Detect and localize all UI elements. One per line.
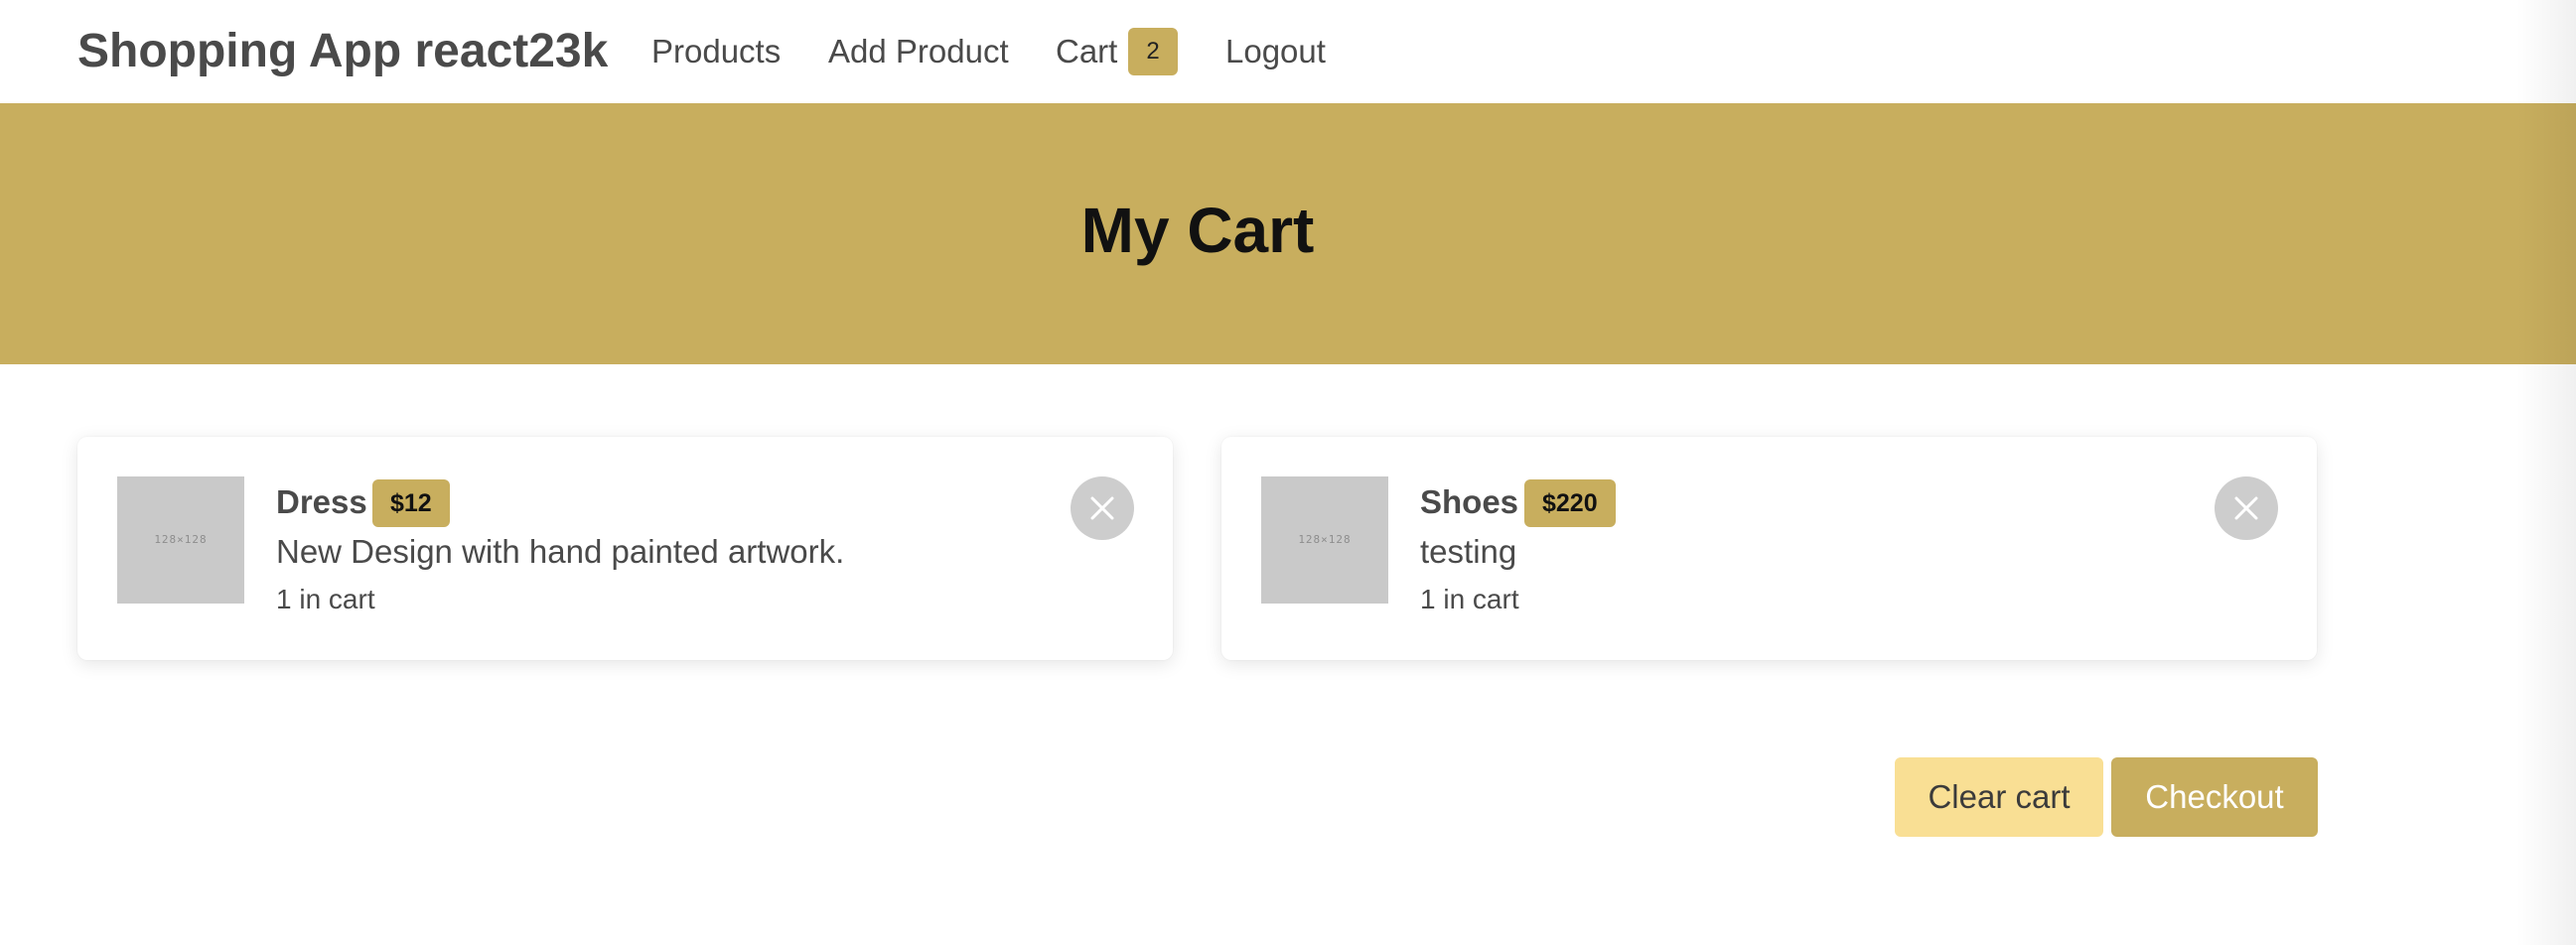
- cart-count-badge[interactable]: 2: [1128, 28, 1178, 75]
- price-badge: $12: [372, 479, 450, 527]
- cart-quantity: 1 in cart: [1420, 584, 1519, 614]
- nav-link-cart[interactable]: Cart: [1056, 30, 1117, 73]
- price-badge: $220: [1524, 479, 1616, 527]
- remove-item-button[interactable]: [1071, 476, 1134, 540]
- product-description: New Design with hand painted artwork.: [276, 533, 845, 570]
- product-image-placeholder: 128×128: [117, 476, 244, 604]
- cart-item-card: 128×128 Dress $12 New Design with hand p…: [77, 437, 1173, 660]
- clear-cart-button[interactable]: Clear cart: [1895, 757, 2103, 837]
- close-icon: [2234, 496, 2258, 520]
- product-image-placeholder: 128×128: [1261, 476, 1388, 604]
- page-hero: My Cart: [0, 103, 2576, 364]
- product-description: testing: [1420, 533, 1517, 570]
- cart-item-card: 128×128 Shoes $220 testing 1 in cart: [1221, 437, 2317, 660]
- nav-link-logout[interactable]: Logout: [1225, 30, 1326, 73]
- nav-link-add-product[interactable]: Add Product: [828, 30, 1009, 73]
- cart-quantity: 1 in cart: [276, 584, 375, 614]
- product-name: Shoes: [1420, 483, 1519, 520]
- remove-item-button[interactable]: [2215, 476, 2278, 540]
- close-icon: [1090, 496, 1114, 520]
- nav-link-products[interactable]: Products: [651, 30, 781, 73]
- product-name: Dress: [276, 483, 367, 520]
- checkout-button[interactable]: Checkout: [2111, 757, 2318, 837]
- top-navbar: Shopping App react23k Products Add Produ…: [0, 0, 2576, 103]
- app-brand-link[interactable]: Shopping App react23k: [77, 22, 608, 81]
- page-title: My Cart: [1080, 195, 1315, 266]
